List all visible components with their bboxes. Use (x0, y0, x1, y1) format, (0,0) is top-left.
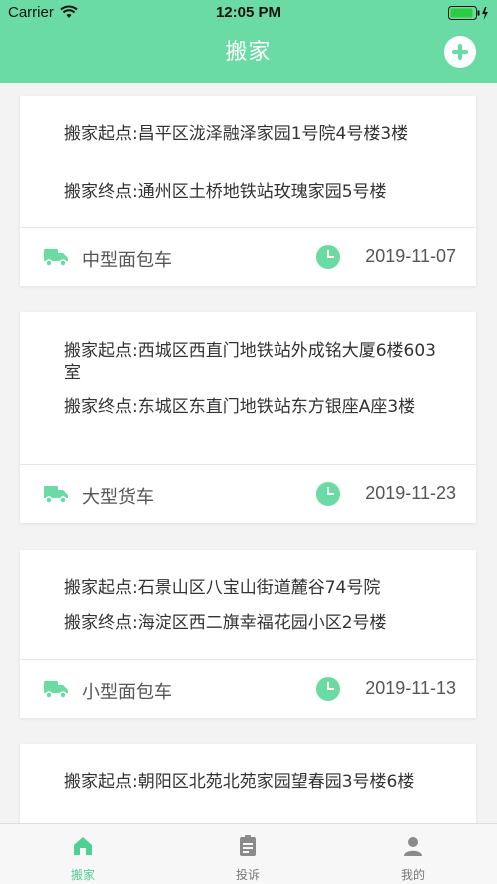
home-icon (74, 837, 92, 855)
start-address: 搬家起点:西城区西直门地铁站外成铭大厦6楼603室 (64, 341, 436, 383)
nav-header: Carrier 12:05 PM 搬家 (0, 0, 497, 83)
user-icon (404, 837, 422, 856)
clock-icon (316, 482, 340, 506)
clipboard-icon (240, 835, 256, 856)
card-divider (20, 659, 476, 660)
start-address: 搬家起点:朝阳区北苑北苑家园望春园3号楼6楼 (64, 772, 415, 792)
order-card[interactable]: 搬家起点:西城区西直门地铁站外成铭大厦6楼603室 搬家终点:东城区东直门地铁站… (20, 312, 476, 523)
vehicle-type: 中型面包车 (82, 250, 172, 271)
end-address: 搬家终点:海淀区西二旗幸福花园小区2号楼 (64, 613, 387, 633)
start-address: 搬家起点:石景山区八宝山街道麓谷74号院 (64, 578, 381, 598)
move-date: 2019-11-23 (365, 483, 456, 503)
clock-icon (316, 245, 340, 269)
status-bar: Carrier 12:05 PM (0, 0, 497, 26)
truck-icon (44, 486, 68, 504)
end-address: 搬家终点:东城区东直门地铁站东方银座A座3楼 (64, 397, 416, 417)
add-order-button[interactable] (444, 36, 476, 68)
start-address: 搬家起点:昌平区泷泽融泽家园1号院4号楼3楼 (64, 124, 409, 144)
vehicle-type: 小型面包车 (82, 682, 172, 703)
card-divider (20, 464, 476, 465)
tab-bar: 搬家 投诉 我的 (0, 823, 497, 884)
tab-move[interactable]: 搬家 (23, 824, 143, 884)
battery-icon (448, 6, 488, 20)
tab-mine-label: 我的 (400, 868, 425, 882)
order-card[interactable]: 搬家起点:石景山区八宝山街道麓谷74号院 搬家终点:海淀区西二旗幸福花园小区2号… (20, 550, 476, 718)
end-address: 搬家终点:通州区土桥地铁站玫瑰家园5号楼 (64, 182, 387, 202)
tab-mine[interactable]: 我的 (353, 824, 473, 884)
clock-icon (316, 677, 340, 701)
page-title: 搬家 (225, 40, 272, 65)
order-list[interactable]: 搬家起点:昌平区泷泽融泽家园1号院4号楼3楼 搬家终点:通州区土桥地铁站玫瑰家园… (0, 83, 497, 823)
order-card[interactable]: 搬家起点:朝阳区北苑北苑家园望春园3号楼6楼 (20, 744, 476, 823)
truck-icon (44, 249, 68, 267)
move-date: 2019-11-07 (365, 246, 456, 266)
move-date: 2019-11-13 (365, 678, 456, 698)
card-divider (20, 227, 476, 228)
order-card[interactable]: 搬家起点:昌平区泷泽融泽家园1号院4号楼3楼 搬家终点:通州区土桥地铁站玫瑰家园… (20, 96, 476, 286)
status-time: 12:05 PM (215, 4, 282, 21)
vehicle-type: 大型货车 (82, 487, 154, 508)
tab-move-label: 搬家 (70, 868, 95, 882)
truck-icon (44, 681, 68, 699)
tab-complaint[interactable]: 投诉 (188, 824, 308, 884)
tab-complaint-label: 投诉 (235, 868, 260, 882)
